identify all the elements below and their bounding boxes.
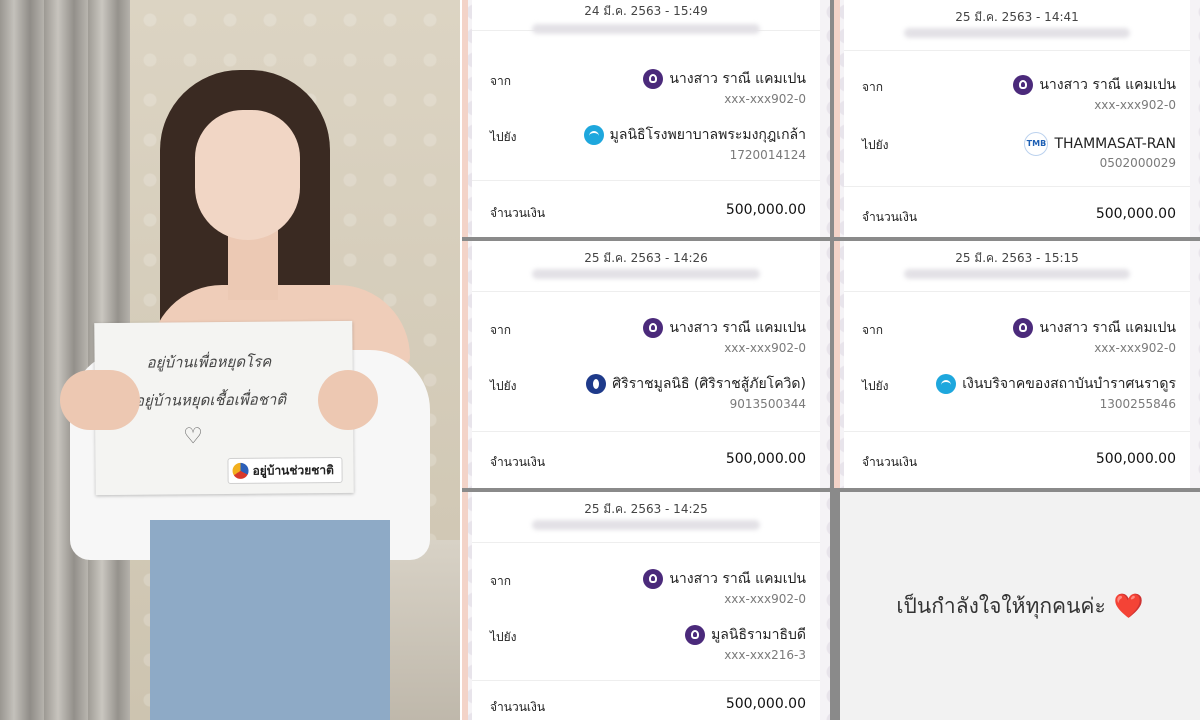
scb-bank-icon <box>685 625 706 645</box>
receipt-reference-blurred <box>904 269 1130 279</box>
amount-value: 500,000.00 <box>725 202 806 218</box>
to-label: ไปยัง <box>490 130 517 144</box>
to-name: มูลนิธิรามาธิบดี <box>711 627 806 643</box>
campaign-logo-text: อยู่บ้านช่วยชาติ <box>252 462 334 478</box>
from-label: จาก <box>490 574 512 588</box>
scb-bank-icon <box>1013 318 1034 338</box>
from-account: xxx-xxx902-0 <box>724 92 806 106</box>
sign-heart-icon: ♡ <box>183 424 204 450</box>
receipt-header: 25 มี.ค. 2563 - 14:26 <box>472 241 820 292</box>
amount-value: 500,000.00 <box>1095 451 1176 467</box>
receipt-reference-blurred <box>532 520 760 530</box>
receipt-card: 25 มี.ค. 2563 - 14:26 จาก นางสาว ราณี แค… <box>462 241 830 488</box>
to-label: ไปยัง <box>862 138 889 152</box>
receipt-datetime: 25 มี.ค. 2563 - 15:15 <box>955 251 1079 265</box>
message-tile: เป็นกำลังใจให้ทุกคนค่ะ ❤️ <box>840 492 1200 720</box>
to-account: 9013500344 <box>729 397 806 411</box>
photo-panel: อยู่บ้านเพื่อหยุดโรค อยู่บ้านหยุดเชื้อเพ… <box>0 0 460 720</box>
receipt-datetime: 24 มี.ค. 2563 - 15:49 <box>584 4 708 18</box>
tmb-bank-icon: TMB <box>1024 132 1049 156</box>
divider <box>472 180 820 181</box>
amount-label: จำนวนเงิน <box>862 210 918 224</box>
encouragement-message: เป็นกำลังใจให้ทุกคนค่ะ ❤️ <box>896 590 1143 623</box>
receipt-card: 25 มี.ค. 2563 - 15:15 จาก นางสาว ราณี แค… <box>834 241 1200 488</box>
receipt-header: 25 มี.ค. 2563 - 14:25 <box>472 492 820 543</box>
amount-label: จำนวนเงิน <box>490 206 546 220</box>
sign-line-2: อยู่บ้านหยุดเชื้อเพื่อชาติ <box>134 390 287 410</box>
from-account: xxx-xxx902-0 <box>724 592 806 606</box>
receipt-card: 25 มี.ค. 2563 - 14:25 จาก นางสาว ราณี แค… <box>462 492 830 720</box>
divider <box>472 431 820 432</box>
amount-value: 500,000.00 <box>725 696 806 712</box>
bay-bank-icon <box>586 374 607 394</box>
message-text: เป็นกำลังใจให้ทุกคนค่ะ <box>896 593 1106 618</box>
to-name: ศิริราชมูลนิธิ (ศิริราชสู้ภัยโควิด) <box>612 376 806 392</box>
to-label: ไปยัง <box>862 379 889 393</box>
left-hand <box>60 370 140 430</box>
receipt-datetime: 25 มี.ค. 2563 - 14:41 <box>955 10 1079 24</box>
receipt-header: 25 มี.ค. 2563 - 14:41 <box>844 0 1190 51</box>
from-name: นางสาว ราณี แคมเปน <box>1039 320 1176 336</box>
receipt-header: 25 มี.ค. 2563 - 15:15 <box>844 241 1190 292</box>
skirt <box>150 520 390 720</box>
divider <box>844 431 1190 432</box>
receipt-datetime: 25 มี.ค. 2563 - 14:26 <box>584 251 708 265</box>
heart-icon: ❤️ <box>1113 592 1144 620</box>
from-account: xxx-xxx902-0 <box>1094 341 1176 355</box>
amount-value: 500,000.00 <box>725 451 806 467</box>
amount-label: จำนวนเงิน <box>862 455 918 469</box>
scb-bank-icon <box>643 318 664 338</box>
from-name: นางสาว ราณี แคมเปน <box>669 571 806 587</box>
receipt-datetime: 25 มี.ค. 2563 - 14:25 <box>584 502 708 516</box>
to-name: THAMMASAT-RAN <box>1054 136 1176 152</box>
campaign-logo-icon <box>232 462 249 479</box>
from-account: xxx-xxx902-0 <box>724 341 806 355</box>
from-label: จาก <box>490 74 512 88</box>
from-label: จาก <box>862 80 884 94</box>
divider <box>844 186 1190 187</box>
amount-label: จำนวนเงิน <box>490 455 546 469</box>
right-hand <box>318 370 378 430</box>
person-photo: อยู่บ้านเพื่อหยุดโรค อยู่บ้านหยุดเชื้อเพ… <box>0 0 460 720</box>
scb-bank-icon <box>1013 75 1034 95</box>
to-account: 1300255846 <box>1099 397 1176 411</box>
scb-bank-icon <box>643 569 664 589</box>
ktb-bank-icon <box>583 125 604 145</box>
to-label: ไปยัง <box>490 630 517 644</box>
face <box>195 110 300 240</box>
from-name: นางสาว ราณี แคมเปน <box>669 71 806 87</box>
sign-line-1: อยู่บ้านเพื่อหยุดโรค <box>146 352 272 372</box>
to-account: xxx-xxx216-3 <box>724 648 806 662</box>
from-label: จาก <box>862 323 884 337</box>
amount-value: 500,000.00 <box>1095 206 1176 222</box>
receipt-card: 24 มี.ค. 2563 - 15:49 จาก นางสาว ราณี แค… <box>462 0 830 237</box>
receipt-reference-blurred <box>532 24 760 34</box>
from-account: xxx-xxx902-0 <box>1094 98 1176 112</box>
scb-bank-icon <box>643 69 664 89</box>
to-label: ไปยัง <box>490 379 517 393</box>
receipt-reference-blurred <box>532 269 760 279</box>
divider <box>472 680 820 681</box>
receipt-reference-blurred <box>904 28 1130 38</box>
from-label: จาก <box>490 323 512 337</box>
to-account: 1720014124 <box>729 148 806 162</box>
receipt-card: 25 มี.ค. 2563 - 14:41 จาก นางสาว ราณี แค… <box>834 0 1200 237</box>
neck <box>228 230 278 300</box>
to-account: 0502000029 <box>1099 156 1176 170</box>
to-name: เงินบริจาคของสถาบันบำราศนราดูร <box>962 376 1176 392</box>
receipt-grid: 24 มี.ค. 2563 - 15:49 จาก นางสาว ราณี แค… <box>462 0 1200 720</box>
campaign-logo: อยู่บ้านช่วยชาติ <box>227 456 344 484</box>
to-name: มูลนิธิโรงพยาบาลพระมงกุฎเกล้า <box>609 127 806 143</box>
from-name: นางสาว ราณี แคมเปน <box>1039 77 1176 93</box>
amount-label: จำนวนเงิน <box>490 700 546 714</box>
receipt-header: 24 มี.ค. 2563 - 15:49 <box>472 0 820 34</box>
ktb-bank-icon <box>936 374 957 394</box>
from-name: นางสาว ราณี แคมเปน <box>669 320 806 336</box>
